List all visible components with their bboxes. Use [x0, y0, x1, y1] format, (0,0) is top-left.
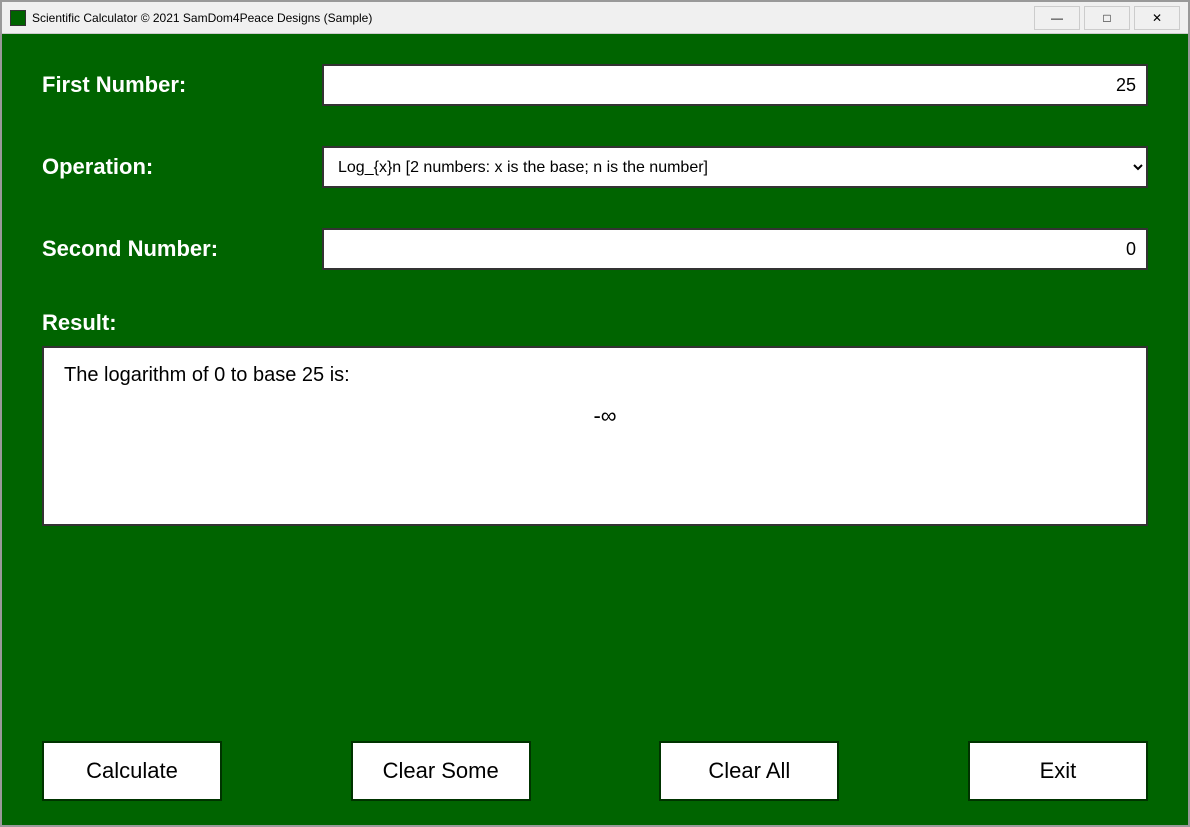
close-button[interactable]: ✕ [1134, 6, 1180, 30]
operation-select[interactable]: Log_{x}n [2 numbers: x is the base; n is… [322, 146, 1148, 188]
main-content: First Number: Operation: Log_{x}n [2 num… [2, 34, 1188, 725]
result-main-text: The logarithm of 0 to base 25 is: [64, 364, 1126, 387]
button-row: Calculate Clear Some Clear All Exit [2, 725, 1188, 825]
first-number-label: First Number: [42, 72, 322, 98]
first-number-row: First Number: [42, 64, 1148, 106]
maximize-button[interactable]: □ [1084, 6, 1130, 30]
result-label: Result: [42, 310, 1148, 336]
second-number-row: Second Number: [42, 228, 1148, 270]
exit-button[interactable]: Exit [968, 741, 1148, 801]
operation-label: Operation: [42, 154, 322, 180]
title-bar: Scientific Calculator © 2021 SamDom4Peac… [2, 2, 1188, 34]
window-title: Scientific Calculator © 2021 SamDom4Peac… [32, 11, 1034, 25]
clear-some-button[interactable]: Clear Some [351, 741, 531, 801]
operation-row: Operation: Log_{x}n [2 numbers: x is the… [42, 146, 1148, 188]
result-section: Result: The logarithm of 0 to base 25 is… [42, 310, 1148, 705]
clear-all-button[interactable]: Clear All [659, 741, 839, 801]
second-number-input[interactable] [322, 228, 1148, 270]
window-controls: — □ ✕ [1034, 6, 1180, 30]
main-window: Scientific Calculator © 2021 SamDom4Peac… [0, 0, 1190, 827]
result-value: -∞ [64, 403, 1126, 429]
minimize-button[interactable]: — [1034, 6, 1080, 30]
calculate-button[interactable]: Calculate [42, 741, 222, 801]
second-number-label: Second Number: [42, 236, 322, 262]
first-number-input[interactable] [322, 64, 1148, 106]
app-icon [10, 10, 26, 26]
result-box: The logarithm of 0 to base 25 is: -∞ [42, 346, 1148, 526]
